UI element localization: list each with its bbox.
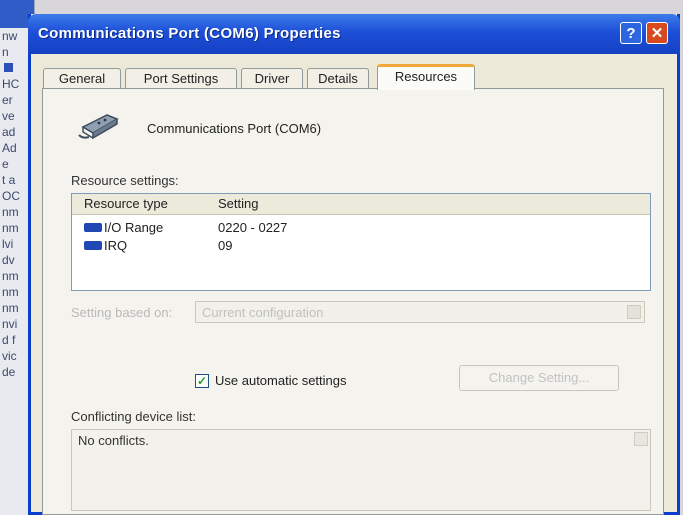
tab-driver[interactable]: Driver [241,68,303,88]
resource-settings-label: Resource settings: [71,173,179,188]
port-connector-icon [78,114,119,140]
setting-based-on-value: Current configuration [202,305,324,320]
close-button[interactable]: ✕ [646,22,668,44]
properties-dialog: Communications Port (COM6) Properties ? … [28,14,680,515]
use-automatic-settings-label[interactable]: Use automatic settings [215,373,347,388]
background-icon [4,63,13,72]
conflict-status: No conflicts. [78,433,149,448]
change-setting-button[interactable]: Change Setting... [459,365,619,391]
tab-resources[interactable]: Resources [377,64,475,90]
column-setting[interactable]: Setting [218,196,258,211]
conflicting-device-list[interactable]: No conflicts. [71,429,651,511]
resource-settings-list[interactable]: Resource type Setting I/O Range 0220 - 0… [71,193,651,291]
device-name: Communications Port (COM6) [147,121,322,136]
help-button[interactable]: ? [620,22,642,44]
column-resource-type[interactable]: Resource type [84,196,168,211]
resource-icon [84,223,102,232]
window-title: Communications Port (COM6) Properties [38,25,341,42]
resource-setting: 09 [218,238,233,253]
setting-based-on-label: Setting based on: [71,305,173,320]
tab-details[interactable]: Details [307,68,369,88]
resource-setting: 0220 - 0227 [218,220,288,235]
resource-type: I/O Range [104,220,164,235]
resource-icon [84,241,102,250]
tab-port-settings[interactable]: Port Settings [125,68,237,88]
conflicting-device-list-label: Conflicting device list: [71,409,196,424]
use-automatic-settings-checkbox[interactable]: ✓ [195,374,209,388]
title-bar[interactable]: Communications Port (COM6) Properties ? … [28,14,680,54]
list-item[interactable]: I/O Range 0220 - 0227 [72,219,650,237]
resources-panel: Communications Port (COM6) Resource sett… [42,88,664,515]
scroll-up-icon[interactable] [634,432,648,446]
tab-general[interactable]: General [43,68,121,88]
chevron-down-icon[interactable] [627,305,641,319]
resource-type: IRQ [104,238,128,253]
list-header: Resource type Setting [72,194,650,215]
list-item[interactable]: IRQ 09 [72,237,650,255]
setting-based-on-select[interactable]: Current configuration [195,301,645,323]
